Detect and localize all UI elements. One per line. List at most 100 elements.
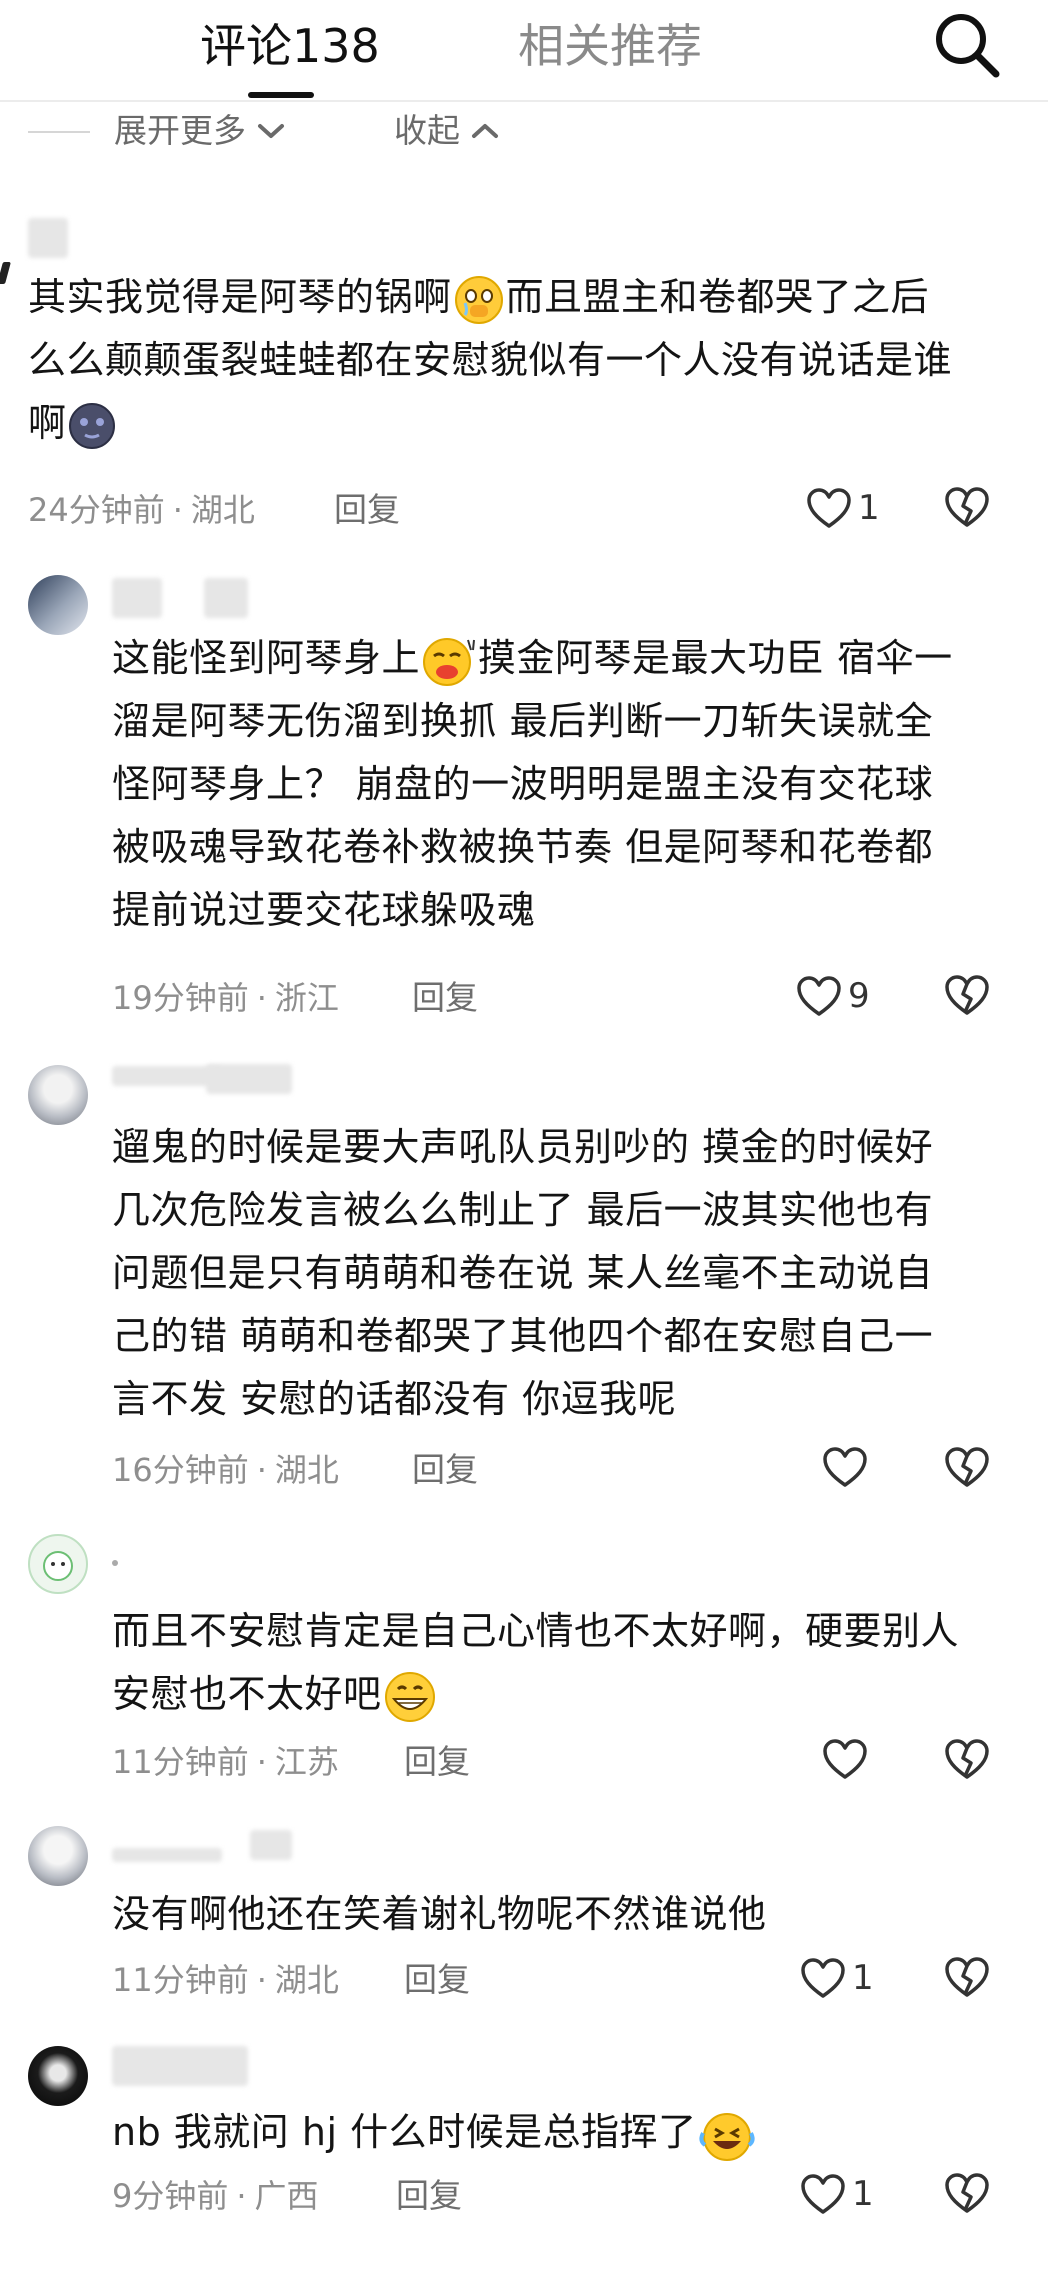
comment-line: 怪阿琴身上？ 崩盘的一波明明是盟主没有交花球 bbox=[112, 762, 934, 806]
username-blurred bbox=[250, 1830, 292, 1860]
comment-line: nb 我就问 hj 什么时候是总指挥了 bbox=[112, 2110, 697, 2154]
comment-time: 11分钟前 bbox=[112, 1961, 249, 1999]
comment-line: 而且不安慰肯定是自己心情也不太好啊，硬要别人 bbox=[112, 1609, 960, 1653]
chevron-down-icon bbox=[258, 124, 284, 138]
comment-line: 安慰也不太好吧 bbox=[112, 1672, 382, 1716]
comment-line: 遛鬼的时候是要大声吼队员别吵的 摸金的时候好 bbox=[112, 1125, 934, 1169]
comment-line: 这能怪到阿琴身上 bbox=[112, 636, 421, 680]
username-blurred bbox=[112, 2046, 248, 2086]
like-button[interactable]: 1 bbox=[800, 2172, 874, 2216]
username-blurred bbox=[112, 1848, 222, 1862]
avatar[interactable] bbox=[28, 1065, 88, 1125]
heart-icon bbox=[807, 488, 851, 528]
avatar[interactable] bbox=[28, 1534, 88, 1594]
comment-line: 几次危险发言被么么制止了 最后一波其实他也有 bbox=[112, 1188, 934, 1232]
heart-icon bbox=[823, 1739, 867, 1779]
heart-icon bbox=[801, 2174, 845, 2214]
like-button[interactable] bbox=[822, 1738, 874, 1780]
like-button[interactable] bbox=[822, 1446, 874, 1488]
comment-line: 啊 bbox=[28, 401, 67, 445]
comment-line: 而且盟主和卷都哭了之后 bbox=[505, 275, 930, 319]
divider-line bbox=[28, 131, 90, 133]
reply-button[interactable]: 回复 bbox=[404, 1740, 470, 1784]
comment-text: 这能怪到阿琴身上 摸金阿琴是最大功臣 宿伞一 溜是阿琴无伤溜到换抓 最后判断一刀… bbox=[112, 627, 1012, 942]
thread-marker bbox=[0, 262, 11, 284]
reply-button[interactable]: 回复 bbox=[334, 488, 400, 532]
sly-face-emoji bbox=[423, 637, 476, 686]
broken-heart-icon[interactable] bbox=[944, 1738, 990, 1780]
comment-location: 广西 bbox=[254, 2177, 319, 2215]
comment-line: 摸金阿琴是最大功臣 宿伞一 bbox=[478, 636, 953, 680]
comment-line: 没有啊他还在笑着谢礼物呢不然谁说他 bbox=[112, 1892, 767, 1936]
reply-button[interactable]: 回复 bbox=[404, 1958, 470, 2002]
username-blurred bbox=[206, 1064, 292, 1094]
expand-more-button[interactable]: 展开更多 bbox=[114, 108, 286, 154]
like-count: 9 bbox=[848, 976, 870, 1016]
like-count: 1 bbox=[858, 488, 880, 528]
chevron-up-icon bbox=[472, 124, 498, 138]
search-icon[interactable] bbox=[930, 8, 1004, 82]
comment-text: nb 我就问 hj 什么时候是总指挥了 bbox=[112, 2101, 1012, 2164]
laugh-cry-emoji bbox=[699, 2112, 755, 2161]
comment-location: 湖北 bbox=[274, 1451, 339, 1489]
reply-button[interactable]: 回复 bbox=[412, 1448, 478, 1492]
new-moon-face-emoji bbox=[68, 402, 115, 449]
comment-text: 遛鬼的时候是要大声吼队员别吵的 摸金的时候好 几次危险发言被么么制止了 最后一波… bbox=[112, 1116, 1012, 1431]
comment-meta: 24分钟前 · 湖北 bbox=[28, 491, 255, 529]
like-button[interactable]: 1 bbox=[806, 486, 880, 530]
comment-meta: 11分钟前 · 湖北 bbox=[112, 1961, 339, 1999]
comment-location: 湖北 bbox=[274, 1961, 339, 1999]
broken-heart-icon[interactable] bbox=[944, 2172, 990, 2214]
comment-text: 没有啊他还在笑着谢礼物呢不然谁说他 bbox=[112, 1883, 1012, 1946]
teary-eyes-emoji bbox=[454, 275, 503, 324]
collapse-button[interactable]: 收起 bbox=[394, 108, 500, 154]
comment-location: 湖北 bbox=[190, 491, 255, 529]
heart-icon bbox=[823, 1447, 867, 1487]
broken-heart-icon[interactable] bbox=[944, 1446, 990, 1488]
comment-line: 问题但是只有萌萌和卷在说 某人丝毫不主动说自 bbox=[112, 1251, 934, 1295]
broken-heart-icon[interactable] bbox=[944, 1956, 990, 1998]
like-button[interactable]: 1 bbox=[800, 1956, 874, 2000]
username-blurred bbox=[112, 1560, 118, 1566]
username-blurred bbox=[112, 578, 162, 618]
reply-button[interactable]: 回复 bbox=[396, 2174, 462, 2218]
broken-heart-icon[interactable] bbox=[944, 486, 990, 528]
tab-comments[interactable]: 评论138 bbox=[200, 14, 380, 78]
comment-meta: 19分钟前 · 浙江 bbox=[112, 979, 339, 1017]
replies-control-row: 展开更多 收起 bbox=[0, 100, 1048, 160]
top-tab-bar: 评论138 相关推荐 bbox=[0, 0, 1048, 102]
username-blurred bbox=[28, 218, 68, 258]
avatar[interactable] bbox=[28, 2046, 88, 2106]
avatar[interactable] bbox=[28, 1826, 88, 1886]
username-blurred bbox=[204, 578, 248, 618]
like-count: 1 bbox=[852, 2174, 874, 2214]
like-button[interactable]: 9 bbox=[796, 974, 870, 1018]
comment-line: 言不发 安慰的话都没有 你逗我呢 bbox=[112, 1377, 677, 1421]
comment-line: 被吸魂导致花卷补救被换节奏 但是阿琴和花卷都 bbox=[112, 825, 934, 869]
tab-related[interactable]: 相关推荐 bbox=[518, 14, 702, 78]
grin-emoji bbox=[384, 1671, 435, 1722]
heart-icon bbox=[801, 1958, 845, 1998]
comment-line: 么么颠颠蛋裂蛙蛙都在安慰貌似有一个人没有说话是谁 bbox=[28, 338, 953, 382]
expand-more-label: 展开更多 bbox=[114, 111, 246, 150]
comment-text: 其实我觉得是阿琴的锅啊 而且盟主和卷都哭了之后 么么颠颠蛋裂蛙蛙都在安慰貌似有一… bbox=[28, 266, 1028, 455]
comment-time: 24分钟前 bbox=[28, 491, 165, 529]
comment-line: 溜是阿琴无伤溜到换抓 最后判断一刀斩失误就全 bbox=[112, 699, 934, 743]
like-count: 1 bbox=[852, 1958, 874, 1998]
comment-line: 提前说过要交花球躲吸魂 bbox=[112, 888, 536, 932]
reply-button[interactable]: 回复 bbox=[412, 976, 478, 1020]
comment-time: 11分钟前 bbox=[112, 1743, 249, 1781]
avatar[interactable] bbox=[28, 575, 88, 635]
comment-time: 16分钟前 bbox=[112, 1451, 249, 1489]
active-tab-indicator bbox=[248, 92, 314, 98]
comment-meta: 11分钟前 · 江苏 bbox=[112, 1743, 339, 1781]
comment-location: 江苏 bbox=[274, 1743, 339, 1781]
comment-text: 而且不安慰肯定是自己心情也不太好啊，硬要别人 安慰也不太好吧 bbox=[112, 1600, 1012, 1726]
comment-location: 浙江 bbox=[274, 979, 339, 1017]
cartoon-avatar-icon bbox=[43, 1551, 73, 1581]
comment-meta: 9分钟前 · 广西 bbox=[112, 2177, 319, 2215]
heart-icon bbox=[797, 976, 841, 1016]
collapse-label: 收起 bbox=[394, 111, 460, 150]
comment-line: 其实我觉得是阿琴的锅啊 bbox=[28, 275, 452, 319]
broken-heart-icon[interactable] bbox=[944, 974, 990, 1016]
